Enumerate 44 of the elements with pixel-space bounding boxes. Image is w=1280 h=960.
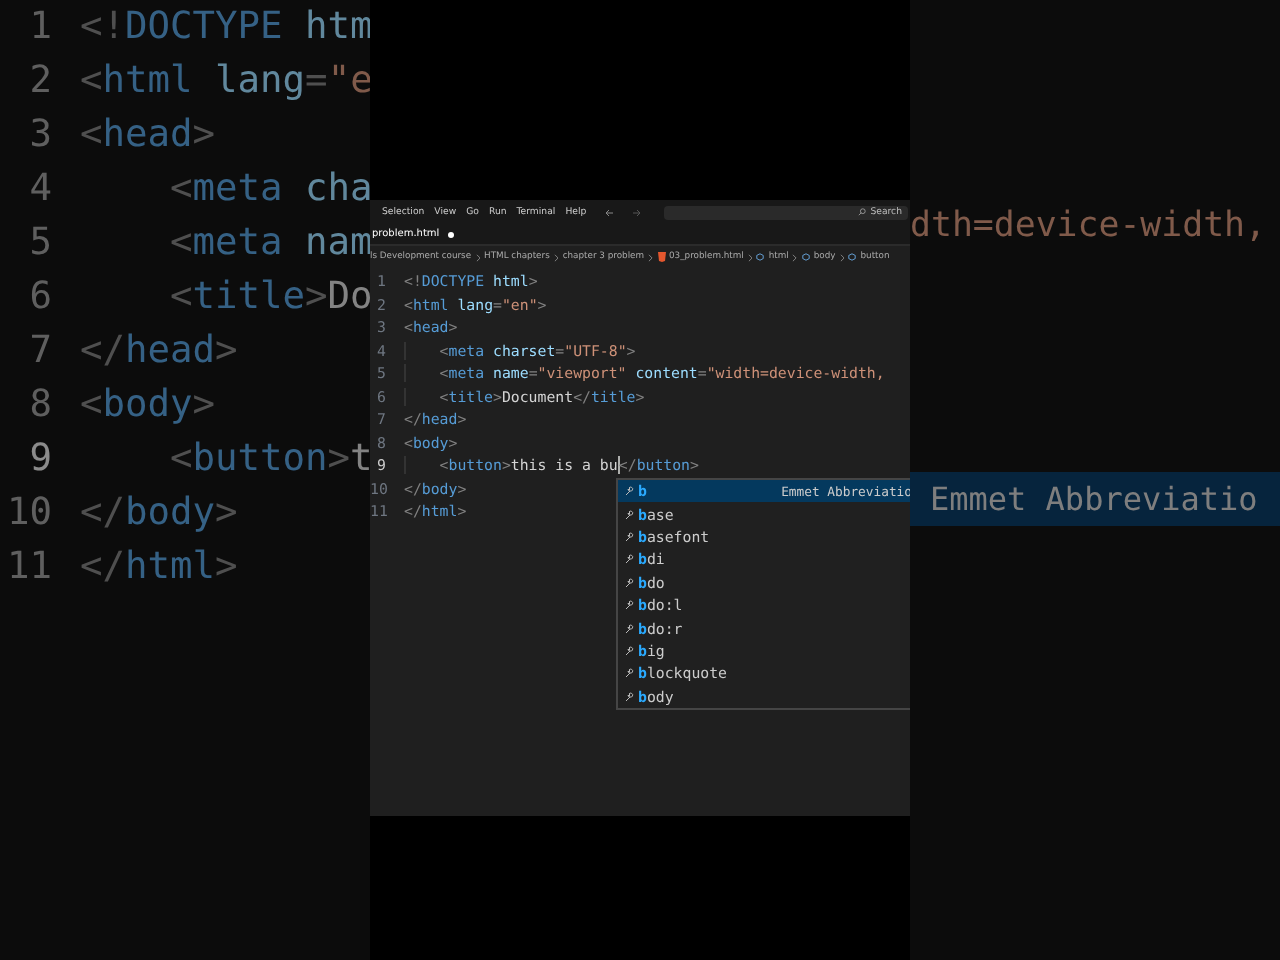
line-number: 9 xyxy=(27,438,52,480)
wrench-icon xyxy=(624,668,634,679)
line-number: 2 xyxy=(27,60,52,102)
code-line: dth=device-width, xyxy=(910,203,1268,249)
chevron-icon xyxy=(839,253,845,261)
code-line: <html lang="e xyxy=(80,60,370,102)
line-number: 6 xyxy=(27,276,52,318)
line-number: 11 xyxy=(4,546,52,588)
chevron-icon xyxy=(553,253,559,261)
code-line: <!DOCTYPE htm xyxy=(80,6,370,48)
code-line: </head> xyxy=(80,330,238,372)
line-number: 8 xyxy=(27,384,52,426)
wrench-icon xyxy=(624,531,634,542)
wrench-icon xyxy=(624,623,634,634)
code-line: <meta nam xyxy=(168,222,370,264)
chevron-icon xyxy=(747,253,753,261)
line-number: 10 xyxy=(4,492,52,534)
file-icon xyxy=(657,252,666,262)
wrench-icon xyxy=(624,577,634,588)
wrench-icon xyxy=(624,691,634,702)
wrench-icon xyxy=(624,645,634,656)
code-line: </body> xyxy=(80,492,238,534)
chevron-icon xyxy=(648,253,654,261)
code-line: <title>Do xyxy=(168,276,370,318)
forward-arrow-icon[interactable] xyxy=(632,207,643,217)
chevron-icon xyxy=(792,253,798,261)
chevron-icon xyxy=(475,253,481,261)
line-number: 5 xyxy=(27,222,52,264)
wrench-icon xyxy=(624,600,634,611)
suggestion-item: Emmet Abbreviatio xyxy=(910,472,1280,526)
wrench-icon xyxy=(624,554,634,565)
line-number: 1 xyxy=(27,6,52,48)
search-icon xyxy=(858,208,867,216)
code-line: <head> xyxy=(80,114,216,156)
line-number: 4 xyxy=(27,168,52,210)
line-number: 3 xyxy=(27,114,52,156)
line-number: 7 xyxy=(27,330,52,372)
back-arrow-icon[interactable] xyxy=(604,207,615,217)
code-line: <button>t xyxy=(168,438,370,480)
code-line: <body> xyxy=(80,384,216,426)
code-line: </html> xyxy=(80,546,238,588)
wrench-icon xyxy=(624,509,634,520)
wrench-icon xyxy=(624,486,634,497)
code-line: <meta cha xyxy=(168,168,370,210)
